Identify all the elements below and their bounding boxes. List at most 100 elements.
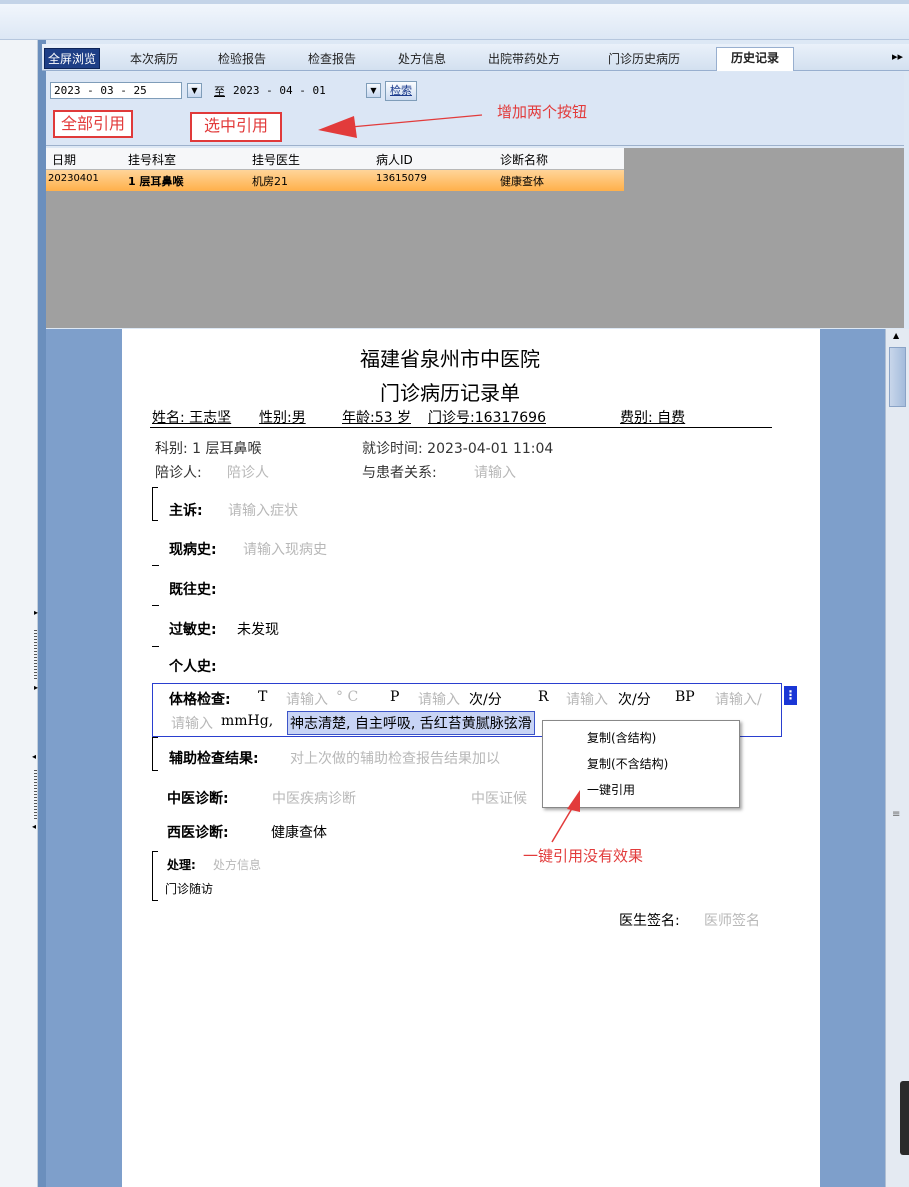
complaint-label: 主诉: [169,503,203,519]
western-diagnosis-label: 西医诊断: [167,825,229,841]
scroll-grip-icon: ≡ [892,809,901,820]
cell-doctor: 机房21 [252,175,288,188]
fee-type: 费别: 自费 [620,410,686,426]
cell-diagnosis: 健康查体 [500,175,544,188]
followup-text[interactable]: 门诊随访 [165,880,213,897]
patient-sex: 性别:男 [259,410,306,426]
history-filter-bar: 2023 - 03 - 25 ▼ 至 2023 - 04 - 01 ▼ 检索 全… [46,72,904,146]
col-dept[interactable]: 挂号科室 [128,151,176,168]
grid-header: 日期 挂号科室 挂号医生 病人ID 诊断名称 [46,148,624,170]
date-from-field[interactable]: 2023 - 03 - 25 [50,82,182,99]
bp-unit: mmHg, [221,713,274,729]
complaint-field[interactable]: 请输入症状 [228,500,298,520]
department: 科别: 1 层耳鼻喉 [155,441,262,457]
relation-label: 与患者关系: [362,465,437,481]
menu-item-copy-without-structure[interactable]: 复制(不含结构) [587,755,668,772]
tab-lab-report[interactable]: 检验报告 [218,49,266,70]
resp-field[interactable]: 请输入 [566,689,608,709]
allergy-value[interactable]: 未发现 [237,619,279,639]
companion-field[interactable]: 陪诊人 [227,462,269,482]
hospital-title: 福建省泉州市中医院 [360,347,540,371]
col-date[interactable]: 日期 [52,151,76,168]
resp-unit: 次/分 [618,692,651,708]
physical-exam-label: 体格检查: [169,692,231,708]
present-illness-field[interactable]: 请输入现病史 [243,539,327,559]
present-illness-label: 现病史: [169,542,217,558]
window-top-bar [0,0,909,40]
splitter-handle[interactable] [34,630,37,680]
personal-bracket [152,646,159,647]
pulse-field[interactable]: 请输入 [418,689,460,709]
col-doctor[interactable]: 挂号医生 [252,151,300,168]
quote-selected-button[interactable]: 选中引用 [190,112,283,142]
temp-field[interactable]: 请输入 [286,689,328,709]
tab-history[interactable]: 历史记录 [716,47,795,71]
past-bracket [152,565,159,566]
bp-field[interactable]: 请输入/ [715,689,762,709]
cell-patient-id: 13615079 [376,173,427,184]
treatment-bracket [152,851,158,901]
scroll-thumb-bottom[interactable] [900,1081,909,1155]
patient-age: 年龄:53 岁 [342,410,411,426]
header-underline [150,427,772,428]
temp-label: T [258,689,268,705]
treatment-label: 处理: [167,858,196,872]
expand-arrow-icon[interactable]: ◂ [32,822,36,831]
left-border-strip [38,40,46,1187]
scroll-up-icon[interactable]: ▲ [893,331,899,340]
clinic-number: 门诊号:16317696 [428,410,546,426]
more-tabs-icon[interactable]: ▸▸ [892,50,903,63]
personal-history-label: 个人史: [169,659,217,675]
tab-discharge-prescription[interactable]: 出院带药处方 [488,49,560,70]
pulse-label: P [390,689,400,705]
date-to-field[interactable]: 2023 - 04 - 01 [229,82,357,99]
tab-fullscreen[interactable]: 全屏浏览 [44,48,101,69]
tab-prescription[interactable]: 处方信息 [398,49,446,70]
tab-bar: 全屏浏览 本次病历 检验报告 检查报告 处方信息 出院带药处方 门诊历史病历 历… [42,44,909,71]
aux-exam-field[interactable]: 对上次做的辅助检查报告结果加以 [290,748,500,768]
col-patient-id[interactable]: 病人ID [376,151,413,168]
cell-dept: 1 层耳鼻喉 [128,175,184,188]
tcm-diagnosis-label: 中医诊断: [167,791,229,807]
companion-label: 陪诊人: [155,465,202,481]
relation-field[interactable]: 请输入 [474,462,516,482]
western-diagnosis-value[interactable]: 健康查体 [271,822,327,842]
vertical-scrollbar[interactable]: ▲ ≡ [885,329,909,1187]
form-title: 门诊病历记录单 [380,381,520,405]
signature-field[interactable]: 医师签名 [704,910,760,930]
bp-field-2[interactable]: 请输入 [171,713,213,733]
history-grid: 日期 挂号科室 挂号医生 病人ID 诊断名称 20230401 1 层耳鼻喉 机… [46,148,904,328]
field-options-icon[interactable]: ⋮ [784,686,797,705]
annotation-add-two-buttons: 增加两个按钮 [497,103,588,121]
pulse-unit: 次/分 [469,692,502,708]
annotation-no-effect: 一键引用没有效果 [523,847,644,865]
scroll-thumb[interactable] [889,347,906,407]
resp-label: R [538,689,549,705]
temp-unit: ° C [336,689,359,705]
col-diagnosis[interactable]: 诊断名称 [500,151,548,168]
tab-exam-report[interactable]: 检查报告 [308,49,356,70]
complaint-bracket [152,487,158,521]
menu-item-one-click-quote[interactable]: 一键引用 [587,781,635,798]
chevron-down-icon[interactable]: ▼ [366,83,381,98]
tab-current-record[interactable]: 本次病历 [130,49,178,70]
splitter-handle[interactable] [34,770,37,820]
allergy-label: 过敏史: [169,622,217,638]
left-panel: ▸ ▸ ◂ ◂ [0,40,38,1187]
chevron-down-icon[interactable]: ▼ [187,83,202,98]
signature-label: 医生签名: [619,913,680,929]
patient-name: 姓名: 王志坚 [152,410,232,426]
to-label: 至 [214,85,225,98]
treatment-field[interactable]: 处方信息 [213,856,261,873]
search-button[interactable]: 检索 [385,81,417,101]
menu-item-copy-with-structure[interactable]: 复制(含结构) [587,729,656,746]
tcm-syndrome-field[interactable]: 中医证候 [471,788,527,808]
expand-arrow-icon[interactable]: ◂ [32,752,36,761]
past-history-label: 既往史: [169,582,217,598]
bp-label: BP [675,689,695,705]
tab-outpatient-history[interactable]: 门诊历史病历 [608,49,680,70]
tcm-diagnosis-field[interactable]: 中医疾病诊断 [272,788,356,808]
exam-selected-text[interactable]: 神志清楚, 自主呼吸, 舌红苔黄腻脉弦滑 [287,711,535,735]
table-row[interactable]: 20230401 1 层耳鼻喉 机房21 13615079 健康查体 [46,170,624,191]
quote-all-button[interactable]: 全部引用 [53,110,134,138]
